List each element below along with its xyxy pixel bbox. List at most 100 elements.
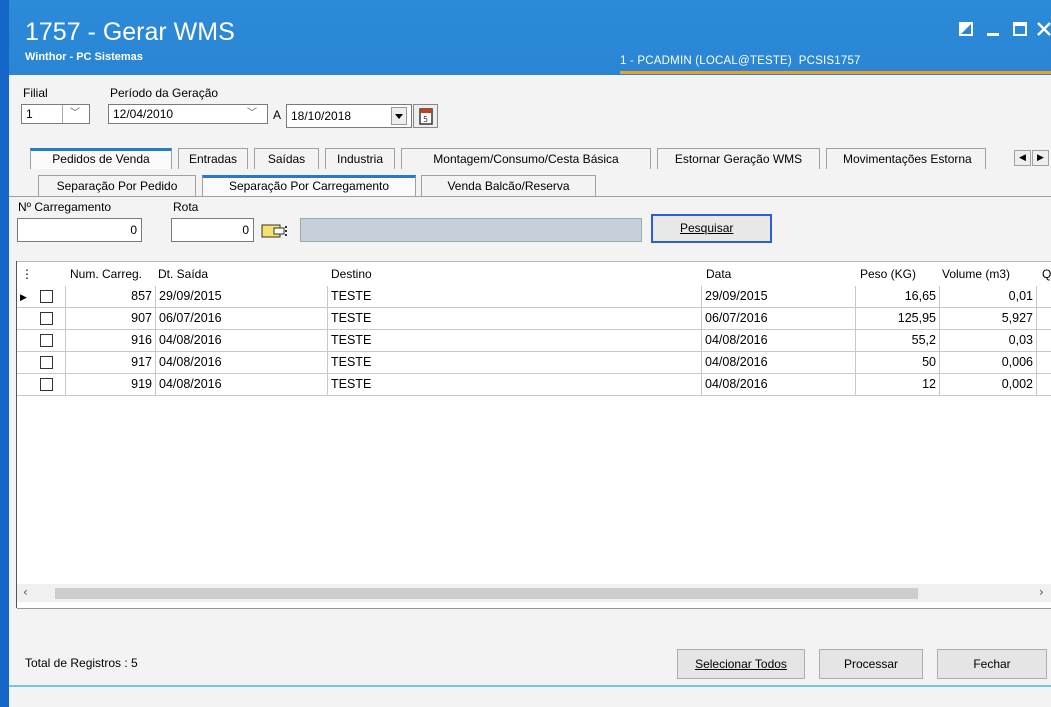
filial-select[interactable]: 1 ﹀ xyxy=(21,104,90,124)
cell-q xyxy=(1037,352,1051,374)
chevron-down-icon[interactable]: ﹀ xyxy=(247,105,257,123)
table-row[interactable]: ▶ 857 29/09/2015 TESTE 29/09/2015 16,65 … xyxy=(17,286,1051,308)
calendar-icon: 5 xyxy=(419,108,433,125)
rota-input[interactable]: 0 xyxy=(171,218,254,242)
cell-volume: 0,006 xyxy=(940,352,1037,374)
horizontal-scrollbar[interactable]: ‹ › xyxy=(17,584,1051,602)
tab-separacao-pedido[interactable]: Separação Por Pedido xyxy=(38,175,196,196)
column-data[interactable]: Data xyxy=(706,267,731,281)
tab-separacao-carregamento[interactable]: Separação Por Carregamento xyxy=(202,175,416,196)
cell-peso: 125,95 xyxy=(856,308,940,330)
cell-peso: 12 xyxy=(856,374,940,396)
date-to-value: 18/10/2018 xyxy=(291,109,352,123)
cell-volume: 0,01 xyxy=(940,286,1037,308)
cell-peso: 55,2 xyxy=(856,330,940,352)
table-row[interactable]: 917 04/08/2016 TESTE 04/08/2016 50 0,006 xyxy=(17,352,1051,374)
table-row[interactable]: 916 04/08/2016 TESTE 04/08/2016 55,2 0,0… xyxy=(17,330,1051,352)
date-dropdown-button[interactable] xyxy=(391,107,407,125)
row-checkbox[interactable] xyxy=(40,334,53,347)
column-num-carreg[interactable]: Num. Carreg. xyxy=(70,267,142,281)
cell-dt-saida: 29/09/2015 xyxy=(156,286,328,308)
rota-description-field xyxy=(300,218,642,242)
process-button[interactable]: Processar xyxy=(819,649,923,679)
tab-saidas[interactable]: Saídas xyxy=(254,148,319,169)
scroll-right-icon[interactable]: › xyxy=(1039,585,1044,599)
date-from-value: 12/04/2010 xyxy=(113,107,174,121)
periodo-label: Período da Geração xyxy=(110,86,219,100)
cell-destino: TESTE xyxy=(328,330,702,352)
tab-estornar-geracao[interactable]: Estornar Geração WMS xyxy=(657,148,820,169)
close-icon[interactable] xyxy=(1037,22,1051,39)
cell-peso: 50 xyxy=(856,352,940,374)
cell-num: 857 xyxy=(66,286,156,308)
select-all-button[interactable]: Selecionar Todos xyxy=(677,649,805,679)
tab-scroll-right-icon[interactable]: ▶ xyxy=(1032,150,1049,166)
cell-data: 04/08/2016 xyxy=(702,352,856,374)
row-checkbox[interactable] xyxy=(40,290,53,303)
scrollbar-thumb[interactable] xyxy=(55,588,918,599)
cell-destino: TESTE xyxy=(328,308,702,330)
search-pointer-icon[interactable] xyxy=(260,221,290,241)
date-from-field[interactable]: 12/04/2010 ﹀ xyxy=(108,104,268,124)
column-destino[interactable]: Destino xyxy=(331,267,372,281)
cell-num: 907 xyxy=(66,308,156,330)
cell-data: 04/08/2016 xyxy=(702,374,856,396)
search-button[interactable]: Pesquisar xyxy=(651,214,772,243)
tab-scroll-left-icon[interactable]: ◀ xyxy=(1014,150,1031,166)
cell-q xyxy=(1037,308,1051,330)
cell-dt-saida: 04/08/2016 xyxy=(156,330,328,352)
chevron-down-icon[interactable]: ﹀ xyxy=(70,105,80,123)
select-all-label: Selecionar Todos xyxy=(695,657,787,671)
cell-destino: TESTE xyxy=(328,352,702,374)
column-q[interactable]: Q xyxy=(1042,267,1051,281)
user-info-underline xyxy=(620,71,1051,74)
row-checkbox[interactable] xyxy=(40,356,53,369)
row-checkbox[interactable] xyxy=(40,378,53,391)
app-window: 1757 - Gerar WMS Winthor - PC Sistemas 1… xyxy=(0,0,1051,707)
restore-icon[interactable] xyxy=(959,22,973,39)
scroll-left-icon[interactable]: ‹ xyxy=(23,585,28,599)
cell-destino: TESTE xyxy=(328,286,702,308)
carregamento-label: Nº Carregamento xyxy=(18,200,112,214)
tab-entradas[interactable]: Entradas xyxy=(178,148,248,169)
table-row[interactable]: 919 04/08/2016 TESTE 04/08/2016 12 0,002 xyxy=(17,374,1051,396)
svg-text:5: 5 xyxy=(423,115,428,124)
minimize-icon[interactable] xyxy=(987,22,999,39)
table-row[interactable]: 907 06/07/2016 TESTE 06/07/2016 125,95 5… xyxy=(17,308,1051,330)
cell-data: 04/08/2016 xyxy=(702,330,856,352)
tab-montagem-consumo[interactable]: Montagem/Consumo/Cesta Básica xyxy=(401,148,651,169)
window-left-border xyxy=(0,0,9,707)
close-button[interactable]: Fechar xyxy=(937,649,1047,679)
search-button-label: Pesquisar xyxy=(680,221,734,235)
divider xyxy=(62,105,63,123)
row-indicator xyxy=(17,330,66,352)
maximize-icon[interactable] xyxy=(1013,22,1027,39)
column-volume[interactable]: Volume (m3) xyxy=(942,267,1010,281)
total-records-label: Total de Registros : 5 xyxy=(25,656,138,670)
date-to-field[interactable]: 18/10/2018 xyxy=(286,104,412,128)
tab-pedidos-venda[interactable]: Pedidos de Venda xyxy=(30,148,172,169)
user-info: 1 - PCADMIN (LOCAL@TESTE) PCSIS1757 xyxy=(620,55,861,67)
grid-left-edge xyxy=(9,261,17,608)
carregamento-input[interactable]: 0 xyxy=(17,218,142,242)
column-dt-saida[interactable]: Dt. Saída xyxy=(158,267,208,281)
cell-dt-saida: 06/07/2016 xyxy=(156,308,328,330)
results-grid[interactable]: ⋮ Num. Carreg. Dt. Saída Destino Data Pe… xyxy=(17,261,1051,609)
title-bar[interactable]: 1757 - Gerar WMS Winthor - PC Sistemas 1… xyxy=(9,0,1051,75)
calendar-button[interactable]: 5 xyxy=(413,104,438,128)
cell-dt-saida: 04/08/2016 xyxy=(156,352,328,374)
status-area xyxy=(9,687,1051,707)
column-peso[interactable]: Peso (KG) xyxy=(860,267,916,281)
cell-volume: 0,002 xyxy=(940,374,1037,396)
row-indicator xyxy=(17,308,66,330)
tab-venda-balcao[interactable]: Venda Balcão/Reserva xyxy=(421,175,596,196)
cell-data: 29/09/2015 xyxy=(702,286,856,308)
rota-label: Rota xyxy=(173,200,199,214)
tab-movimentacoes-estorna[interactable]: Movimentações Estorna xyxy=(826,148,986,169)
cell-data: 06/07/2016 xyxy=(702,308,856,330)
cell-peso: 16,65 xyxy=(856,286,940,308)
column-chooser-icon[interactable]: ⋮ xyxy=(21,267,33,281)
row-checkbox[interactable] xyxy=(40,312,53,325)
program-label: PCSIS1757 xyxy=(798,55,861,67)
tab-industria[interactable]: Industria xyxy=(325,148,395,169)
